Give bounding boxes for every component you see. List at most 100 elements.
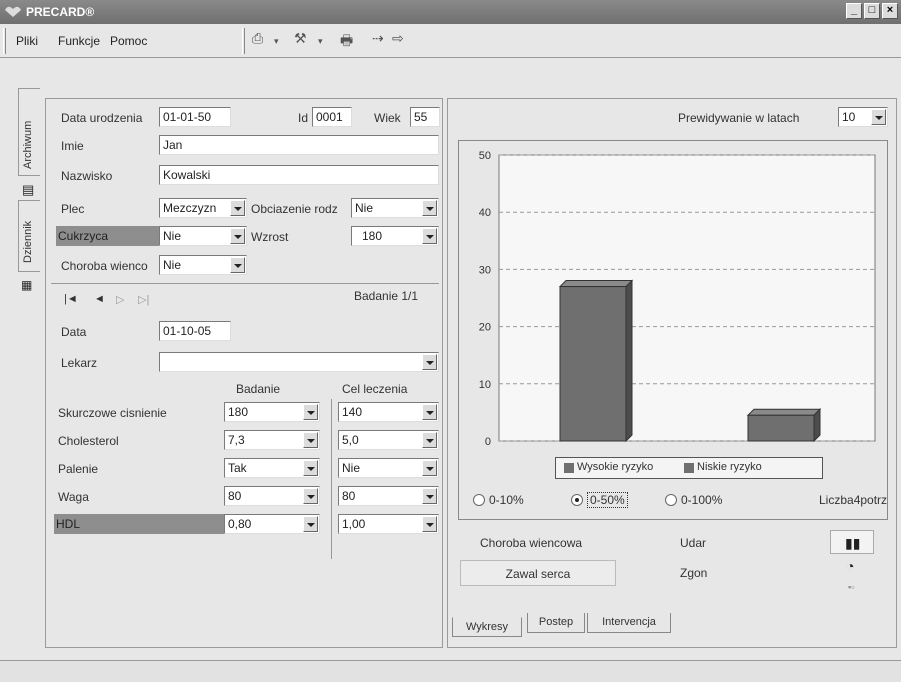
chart-legend: Wysokie ryzyko Niskie ryzyko [555,457,823,479]
minimize-button[interactable]: _ [846,3,862,19]
target-value-select[interactable]: 140 [338,402,439,422]
chevron-down-icon[interactable] [422,200,437,216]
chevron-down-icon[interactable] [303,488,318,504]
last-name-field[interactable]: Kowalski [159,165,439,185]
chevron-down-icon[interactable] [422,354,437,370]
scale-radio-10[interactable] [473,494,485,506]
diabetes-select[interactable]: Nie [159,226,247,246]
chevron-down-icon[interactable] [422,516,437,532]
scale-radio-50[interactable] [571,494,583,506]
y-tick-label: 40 [479,207,491,219]
journal-icon: ▦ [21,278,33,292]
tab-archiwum-label: Archiwum [22,120,34,169]
menu-funkcje[interactable]: Funkcje [58,34,100,48]
first-record-icon[interactable]: |◄ [64,293,78,305]
chevron-down-icon[interactable] [230,200,245,216]
bar-chart-icon: ▮▮ [845,535,861,551]
y-tick-label: 20 [479,322,491,334]
bar-side [813,408,821,443]
exam-value: 180 [228,405,249,419]
prediction-years-select[interactable]: 10 [838,107,888,127]
tab-archiwum[interactable]: Archiwum [18,88,40,176]
target-value-select[interactable]: 1,00 [338,514,439,534]
tab-wykresy[interactable]: Wykresy [452,617,522,637]
column-target-header: Cel leczenia [342,382,408,396]
family-history-select[interactable]: Nie [351,198,439,218]
chevron-down-icon[interactable]: ▾ [318,36,323,58]
birth-label: Data urodzenia [61,111,143,125]
id-label: Id [298,111,309,125]
chevron-down-icon[interactable] [303,516,318,532]
chevron-down-icon[interactable] [871,109,886,125]
outcome-death: Zgon [680,566,708,580]
y-tick-label: 50 [479,150,491,162]
toolbar-grip[interactable] [3,28,6,54]
target-value-select[interactable]: 5,0 [338,430,439,450]
row-label: Palenie [58,462,99,476]
sex-select[interactable]: Mezczyzn [159,198,247,218]
export-icon[interactable]: ⇢ [372,30,384,52]
chevron-down-icon[interactable] [422,404,437,420]
zawal-serca-button[interactable]: Zawal serca [460,560,616,586]
height-value: 180 [362,229,383,243]
exam-value-select[interactable]: 80 [224,486,320,506]
chevron-down-icon[interactable] [303,460,318,476]
target-value-select[interactable]: Nie [338,458,439,478]
legend-swatch-low [684,463,694,473]
chevron-down-icon[interactable] [422,432,437,448]
clock-icon[interactable]: ◔ [846,558,854,574]
column-exam-header: Badanie [236,382,281,396]
printer-icon[interactable]: 🖶 [340,30,353,52]
prediction-label: Prewidywanie w latach [678,111,800,125]
column-divider [331,399,332,559]
id-field[interactable]: 0001 [312,107,352,127]
chevron-down-icon[interactable] [422,460,437,476]
toolbar-grip[interactable] [242,28,245,54]
last-record-icon[interactable]: ▷| [138,293,149,306]
tab-intervencja[interactable]: Intervencja [587,613,671,633]
exam-value-select[interactable]: Tak [224,458,320,478]
tab-postep[interactable]: Postep [527,613,585,633]
outcome-cad: Choroba wiencowa [480,536,583,550]
tools-icon[interactable]: ⚒ [294,30,307,52]
first-name-field[interactable]: Jan [159,135,439,155]
last-name-label: Nazwisko [61,169,113,183]
target-value-select[interactable]: 80 [338,486,439,506]
close-button[interactable]: × [882,3,898,19]
chevron-down-icon[interactable] [422,228,437,244]
title-bar: PRECARD® _ □ × [0,0,901,24]
scale-radio-100[interactable] [665,494,677,506]
table-view-icon[interactable]: ▪▫ [848,582,854,592]
exam-value-select[interactable]: 0,80 [224,514,320,534]
legend-label-low: Niskie ryzyko [697,461,762,473]
print-preview-icon[interactable]: ⎙ [252,30,263,52]
forward-icon[interactable]: ⇨ [392,30,404,52]
cad-value: Nie [163,258,182,272]
tab-dziennik[interactable]: Dziennik [18,200,40,272]
next-record-icon[interactable]: ▷ [116,293,124,306]
bar-chart-view-button[interactable]: ▮▮ [830,530,874,554]
chevron-down-icon[interactable] [303,432,318,448]
prev-record-icon[interactable]: ◄ [94,293,105,305]
age-field[interactable]: 55 [410,107,440,127]
y-tick-label: 30 [479,264,491,276]
height-select[interactable]: 180 [351,226,439,246]
family-history-value: Nie [355,201,374,215]
exam-date-field[interactable]: 01-10-05 [159,321,231,341]
diabetes-label: Cukrzyca [56,226,160,246]
birth-date-field[interactable]: 01-01-50 [159,107,231,127]
doctor-select[interactable] [159,352,439,372]
chevron-down-icon[interactable]: ▾ [274,36,279,58]
maximize-button[interactable]: □ [864,3,880,19]
menu-pliki[interactable]: Pliki [16,34,38,48]
chevron-down-icon[interactable] [303,404,318,420]
chevron-down-icon[interactable] [422,488,437,504]
chevron-down-icon[interactable] [230,228,245,244]
prediction-years-value: 10 [842,110,856,124]
cad-select[interactable]: Nie [159,255,247,275]
menu-pomoc[interactable]: Pomoc [110,34,147,48]
chevron-down-icon[interactable] [230,257,245,273]
target-value: 80 [342,489,356,503]
exam-value-select[interactable]: 7,3 [224,430,320,450]
exam-value-select[interactable]: 180 [224,402,320,422]
